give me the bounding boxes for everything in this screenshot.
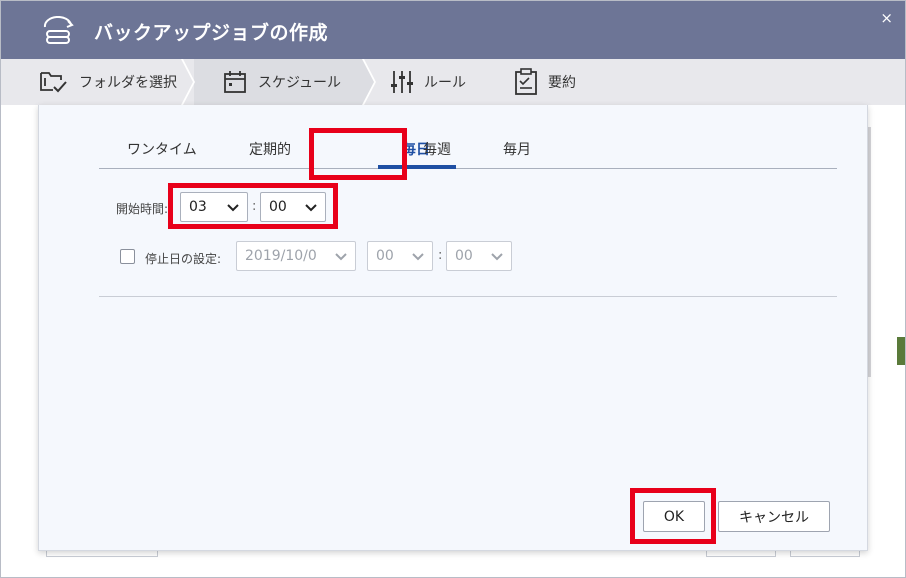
schedule-dialog: ワンタイム 定期的 毎日 毎週 毎月 開始時間: 03 : 00 停止日の設定:… [38, 105, 868, 551]
folder-check-icon [40, 72, 67, 93]
active-tab-indicator [378, 165, 456, 169]
step-chevron [181, 59, 195, 105]
ok-button[interactable]: OK [643, 501, 705, 532]
background-button [46, 551, 158, 557]
step-label: フォルダを選択 [79, 75, 177, 91]
clipboard-icon [515, 68, 537, 95]
step-label: 要約 [548, 75, 576, 91]
stop-minute-select[interactable]: 00 [446, 241, 512, 271]
step-rules: ルール [390, 59, 466, 105]
title-bar: バックアップジョブの作成 × [1, 1, 905, 59]
stop-date-select[interactable]: 2019/10/0 [236, 241, 356, 271]
chevron-down-icon [491, 253, 503, 261]
stop-minute-value: 00 [455, 248, 473, 264]
time-separator: : [438, 248, 443, 263]
tab-periodic[interactable]: 定期的 [249, 139, 291, 159]
backup-drive-icon [43, 16, 74, 44]
stop-hour-select[interactable]: 00 [367, 241, 433, 271]
background-button [790, 551, 860, 557]
step-schedule: スケジュール [194, 59, 362, 105]
wizard-steps: フォルダを選択 スケジュール ルール 要約 [1, 59, 905, 105]
schedule-tabs: ワンタイム 定期的 毎日 毎週 毎月 [99, 127, 837, 169]
chevron-down-icon [305, 204, 317, 212]
sliders-icon [391, 71, 413, 93]
background-button [706, 551, 776, 557]
time-separator: : [252, 199, 257, 214]
close-icon[interactable]: × [880, 9, 893, 27]
stop-date-checkbox[interactable] [120, 249, 135, 264]
stop-date-value: 2019/10/0 [245, 248, 317, 264]
tab-weekly[interactable]: 毎週 [423, 139, 451, 159]
start-minute-value: 00 [269, 199, 287, 215]
step-summary: 要約 [514, 59, 576, 105]
step-chevron [362, 59, 376, 105]
step-label: スケジュール [258, 75, 342, 91]
tab-monthly[interactable]: 毎月 [503, 139, 531, 159]
background-scrollbar [868, 127, 871, 377]
window-title: バックアップジョブの作成 [94, 22, 329, 44]
chevron-down-icon [335, 253, 347, 261]
background-fragment [897, 337, 905, 365]
calendar-icon [224, 71, 246, 93]
start-minute-select[interactable]: 00 [260, 192, 326, 222]
chevron-down-icon [412, 253, 424, 261]
section-divider [99, 296, 837, 297]
stop-hour-value: 00 [376, 248, 394, 264]
tab-one-time[interactable]: ワンタイム [127, 139, 197, 159]
cancel-button[interactable]: キャンセル [718, 501, 830, 532]
step-label: ルール [424, 75, 466, 91]
start-hour-select[interactable]: 03 [180, 192, 248, 222]
start-hour-value: 03 [189, 199, 207, 215]
stop-date-label: 停止日の設定: [145, 252, 222, 266]
step-select-folder: フォルダを選択 [39, 59, 177, 105]
chevron-down-icon [227, 204, 239, 212]
start-time-label: 開始時間: [116, 202, 169, 216]
backup-job-window: バックアップジョブの作成 × フォルダを選択 スケジュール ルール 要約 ワンタ… [0, 0, 906, 578]
